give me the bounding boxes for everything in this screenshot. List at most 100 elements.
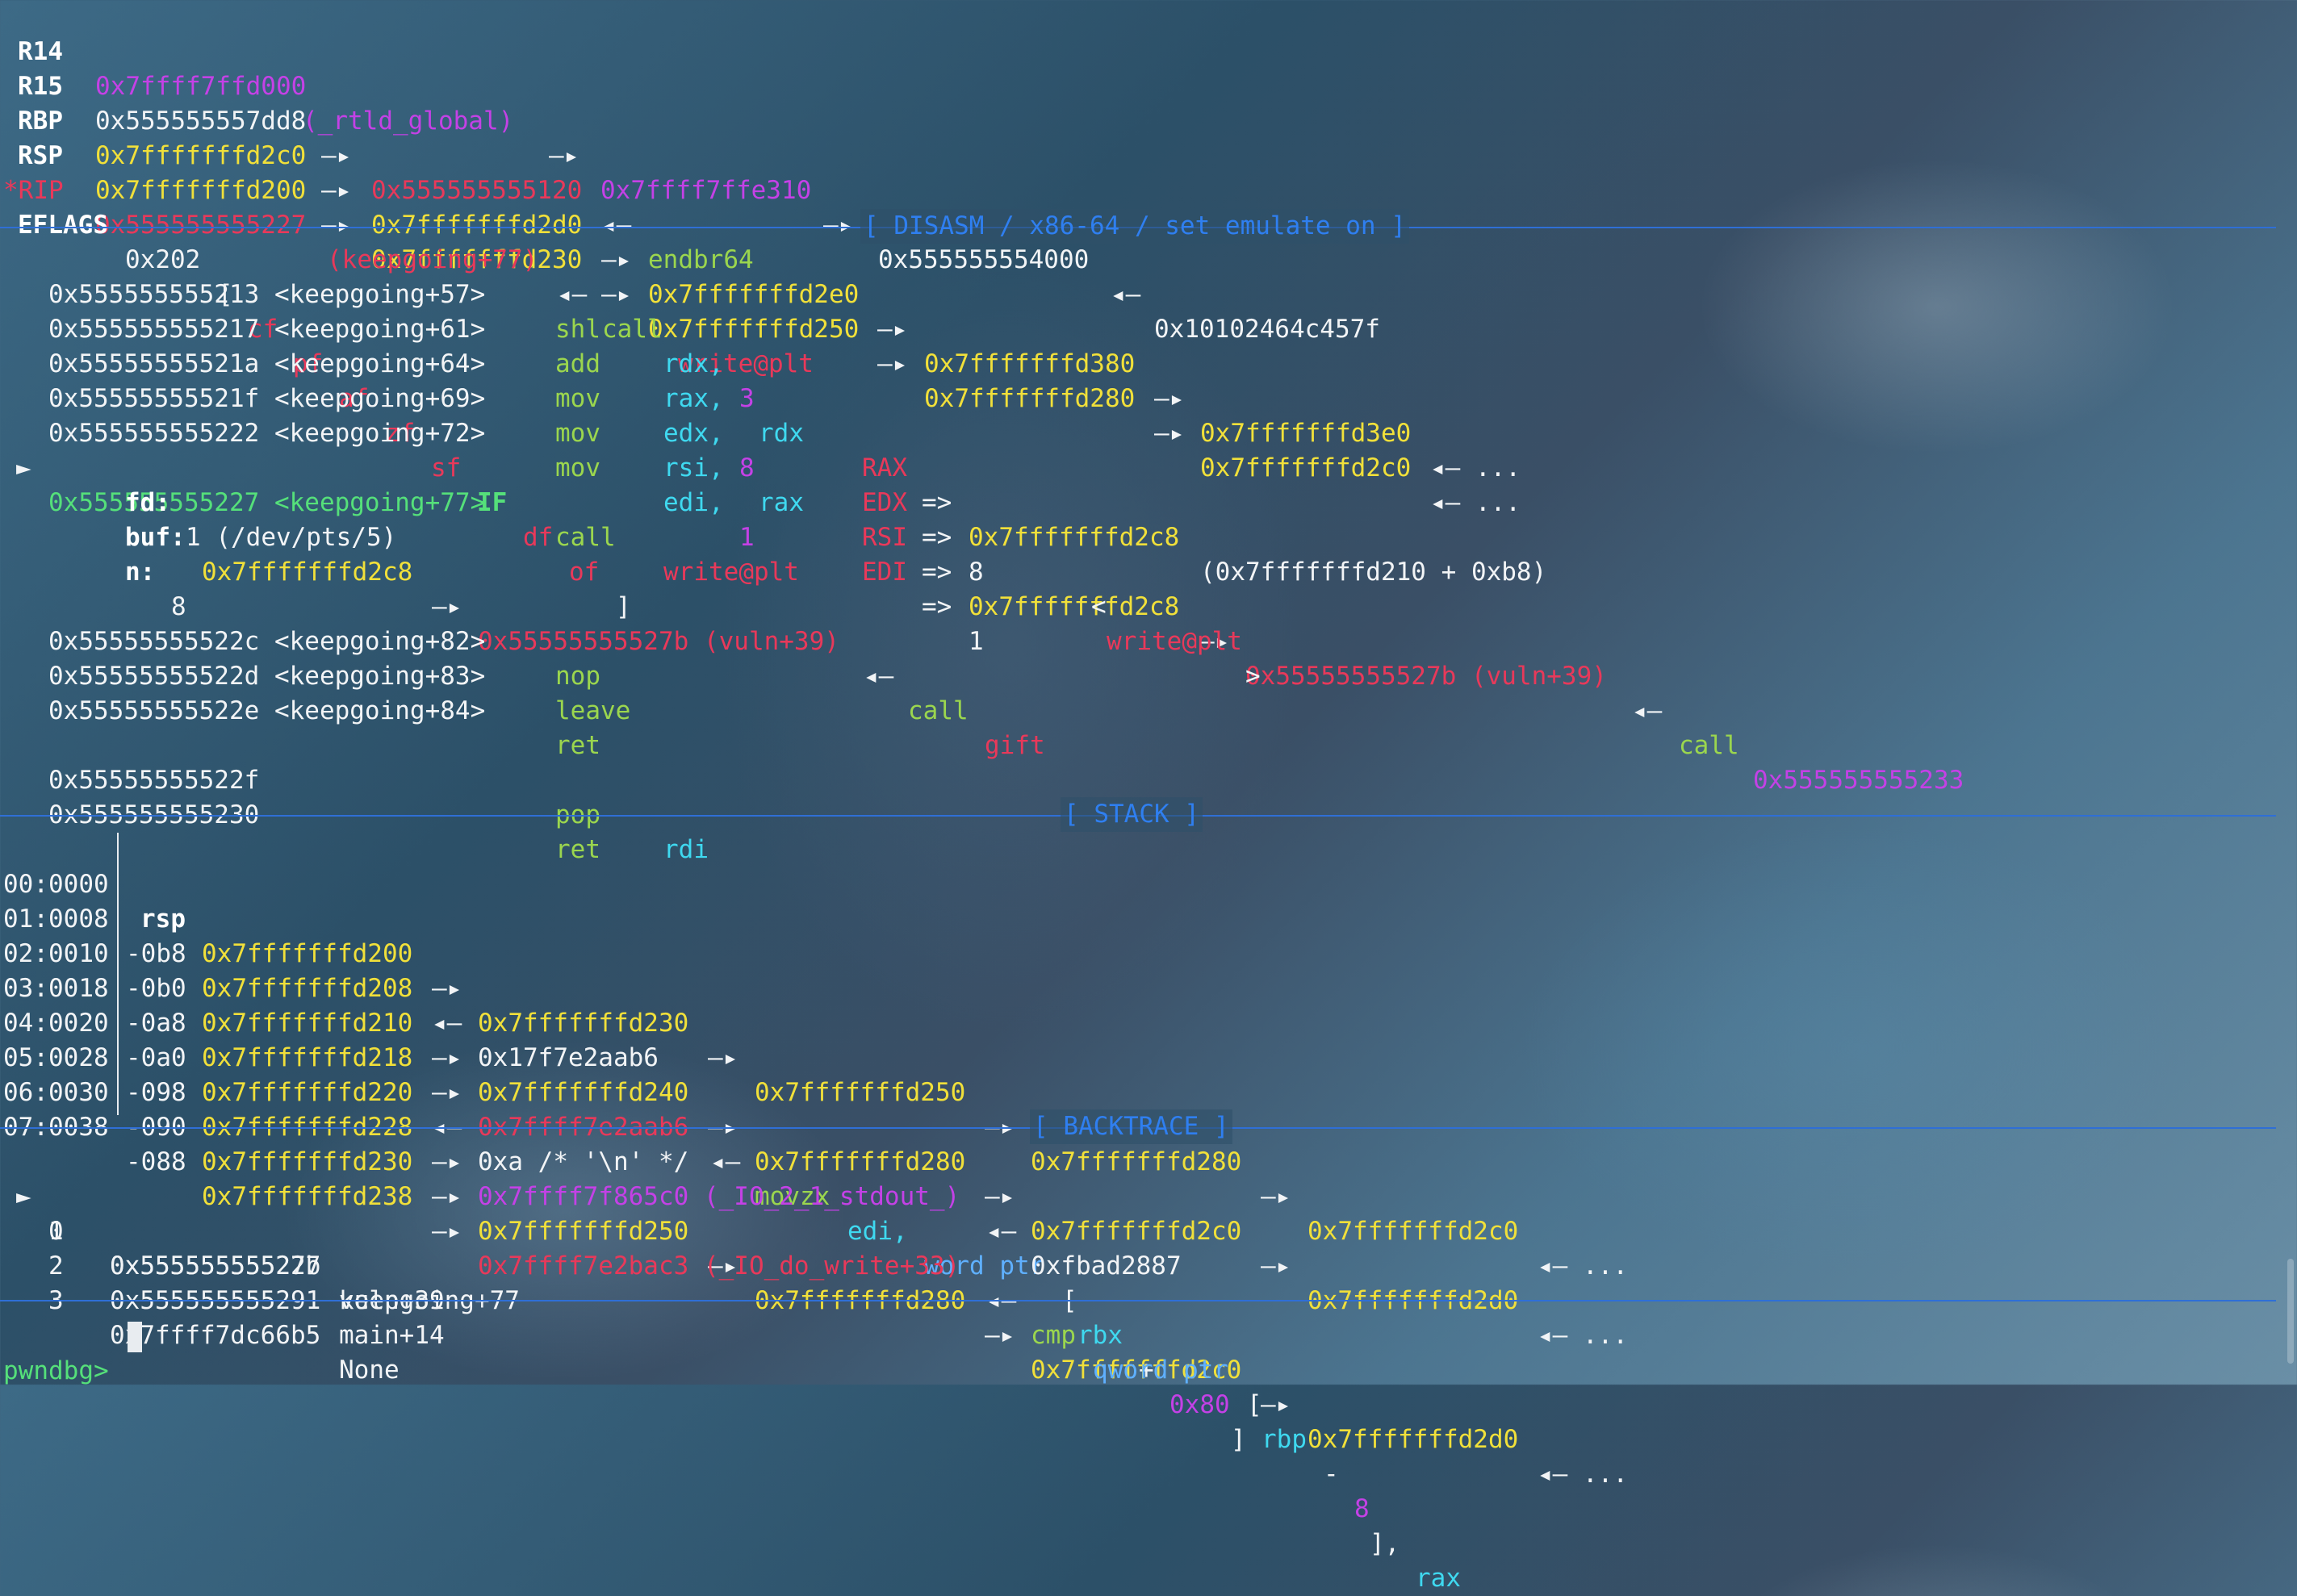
scrollbar[interactable] [2287,1259,2294,1364]
arrow: ◂— [986,1217,1017,1246]
arrow: —▸ [432,1147,462,1176]
ellipsis: ◂— ... [1538,1460,1628,1489]
address: 0x55555555521a <keepgoing+64> [48,349,486,378]
disasm-line: 0x55555555522c <keepgoing+82> nop [0,590,600,691]
ellipsis: ◂— ... [1430,453,1521,483]
mnemonic: ret [555,835,600,864]
arrow: => [922,592,952,621]
backtrace-frame: 3 0x7ffff7dc66b5 None [0,1249,400,1385]
frame-symbol: None [339,1356,400,1385]
stack-row: 05:0028 -098 0x7fffffffd228 —▸ 0x7ffff7f… [0,1006,1182,1281]
stack-address: 0x7fffffffd218 [202,1043,413,1072]
arrow: —▸ [985,1321,1015,1350]
arrow: —▸ [1261,1182,1291,1211]
stack-address: 0x7fffffffd230 [202,1147,413,1176]
backtrace-frame: 1 0x55555555527b vuln+39 [0,1180,445,1315]
arrow: —▸ [601,280,632,309]
arrow: —▸ [1261,1390,1291,1419]
arrow: —▸ [432,1043,462,1072]
operand: qword ptr [1093,1356,1228,1385]
operand: rax [1416,1564,1461,1593]
pointer: 0x7fffffffd280 [755,1147,966,1176]
pointer: 0x55555555527b (vuln+39) [478,627,839,656]
function: write@plt [1107,627,1242,656]
bracket: ] [1231,1425,1246,1454]
pointer: 0x7fffffffd250 [755,1078,966,1107]
arg-value: 8 [171,592,186,621]
call-target: 0x555555555233 [1753,766,1964,795]
instruction: call [602,315,663,344]
pointer: 0x7fffffffd2c0 [1031,1217,1242,1246]
operand: rbp [1261,1425,1307,1454]
register-value: 0x7fffffffd200 [95,176,307,205]
backtrace-header: [ BACKTRACE ] [1030,1109,1232,1144]
stack-row: 02:0010 -0b0 0x7fffffffd210 —▸ 0x7ffffff… [0,902,1628,1350]
address: 0x55555555522d <keepgoing+83> [48,662,486,691]
arrow: —▸ [877,315,908,344]
arrow: ◂— [1632,696,1663,725]
stack-row: 01:0008 -0b8 0x7fffffffd208 ◂— 0x17f7e2a… [0,867,659,1072]
bracket: [ [1247,1390,1262,1419]
register-rip-line: *RIP 0x555555555227 (keepgoing+77) ◂— ca… [0,139,814,378]
operator: - [1324,1460,1339,1489]
register-r15-line: R15 0x555555557dd8 —▸ 0x555555555120 ◂— … [0,35,754,274]
arrow: —▸ [1261,1251,1291,1281]
disasm-line: 0x555555555222 <keepgoing+72> mov edi, 1… [0,382,984,656]
instruction: call [908,696,969,725]
stack-offset: -0a8 [126,1009,186,1038]
stack-offset: rsp [140,905,186,934]
stack-address: 0x7fffffffd200 [202,939,413,968]
register-value: 0x7fffffffd2c0 [95,141,307,170]
disasm-header: [ DISASM / x86-64 / set emulate on ] [860,209,1409,244]
pointer: 0x7fffffffd280 [924,384,1136,413]
stack-row: 03:0018 -0a8 0x7fffffffd218 —▸ 0x7ffff7e… [0,937,1246,1454]
disasm-line: 0x55555555522f pop rdi [0,729,709,864]
pointer: 0x7fffffffd2d0 [371,211,583,240]
emulated-register: EDI [862,558,907,587]
pointer: 0x7fffffffd250 [478,1217,689,1246]
stack-offset: -0a0 [126,1043,186,1072]
flag-sf: sf [431,453,462,483]
arg-value: 1 (/dev/pts/5) [186,523,397,552]
stack-header: [ STACK ] [1061,797,1203,832]
address: 0x555555555227 <keepgoing+77> [48,488,486,517]
disasm-line: 0x55555555522e <keepgoing+84> ret [0,659,600,760]
value: 1 [969,627,984,656]
arrow: —▸ [432,1217,462,1246]
ellipsis: ◂— ... [1430,488,1521,517]
register-value: 0x555555557dd8 [95,107,307,136]
stack-offset: -098 [126,1078,186,1107]
address: 0x55555555521f <keepgoing+69> [48,384,486,413]
operand: 0x80 [1169,1390,1230,1419]
mnemonic: mov [555,419,600,448]
prompt-label: pwndbg> [3,1356,109,1385]
pointer: 0x7fffffffd230 [478,1009,689,1038]
emulated-register: RAX [862,453,907,483]
arrow: ◂— [1111,280,1141,309]
operand: edx, [663,419,724,448]
operand: rax, [663,384,724,413]
operand: rdi [663,835,709,864]
operand: rbx [1077,1321,1123,1350]
address: 0x555555555217 <keepgoing+61> [48,315,486,344]
instruction: call [1679,731,1739,760]
address: 0x555555555213 <keepgoing+57> [48,280,486,309]
arrow: —▸ [321,141,352,170]
symbol: (keepgoing+77) [327,245,538,274]
bracket: ] [616,592,631,621]
frame-number: 2 [48,1251,64,1281]
pointer: 0x7fffffffd380 [924,349,1136,378]
arrow: ◂— [864,662,894,691]
text-cursor[interactable] [128,1322,142,1352]
stack-offset: -0b0 [126,974,186,1003]
disasm-line: 0x555555555213 <keepgoing+57> shl rdx, 3 [0,243,755,413]
stack-row: 06:0030 -090 0x7fffffffd230 —▸ 0x7ffffff… [0,1041,1628,1489]
stack-row: 07:0038 -088 0x7fffffffd238 —▸ 0x7ffff7e… [0,1076,1461,1593]
disasm-line: 0x55555555521f <keepgoing+69> mov rsi, r… [0,347,1964,795]
eflags-line: EFLAGS 0x202 [ cf pf af zf sf IF df of ] [0,173,631,621]
stack-offset: -088 [126,1147,186,1176]
separator-line [0,1300,2276,1301]
command-prompt[interactable]: pwndbg> [0,1319,109,1385]
address: 0x555555555222 <keepgoing+72> [48,419,486,448]
angle-bracket: < [1091,592,1107,621]
